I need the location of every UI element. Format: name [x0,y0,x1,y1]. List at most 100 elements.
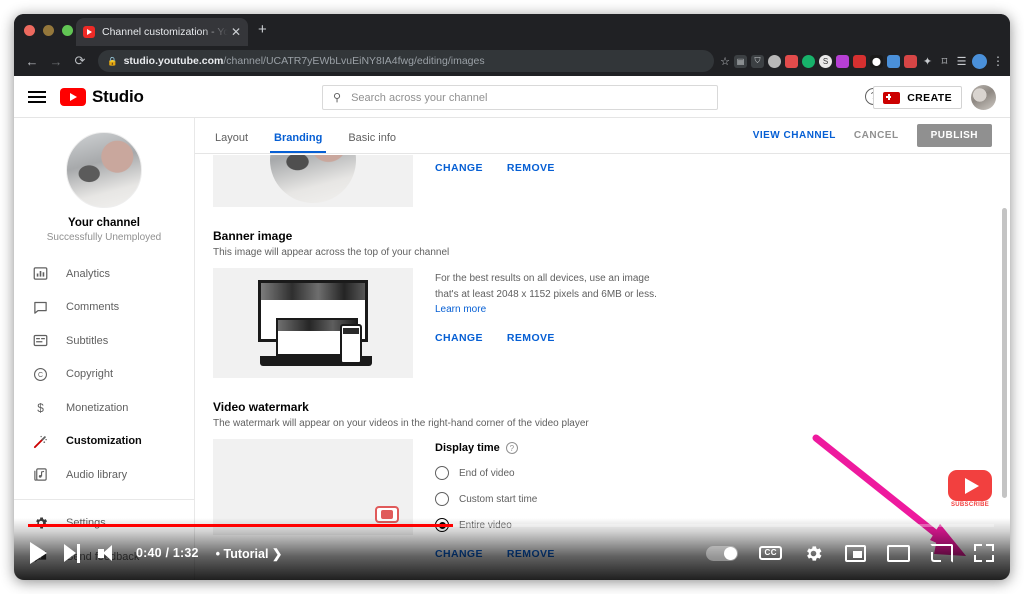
red-cup-icon[interactable] [785,54,798,68]
notification-icon[interactable] [904,54,917,68]
shield-icon[interactable]: ⛉ [751,54,764,68]
browser-menu-icon[interactable]: ⋮ [992,54,1004,68]
browser-window: Channel customization - YouTu ✕ + ← → ⟳ … [14,14,1010,580]
tab-layout[interactable]: Layout [215,132,248,153]
sidebar-item-analytics[interactable]: Analytics [14,257,194,291]
channel-handle: Successfully Unemployed [46,232,162,243]
green-circle-icon[interactable] [802,54,815,68]
sidebar-item-label: Subtitles [66,334,109,347]
lock-extension-icon[interactable]: ⬤ [870,54,883,68]
svg-text:$: $ [37,401,44,415]
reading-list-icon[interactable]: ☰ [955,55,968,68]
settings-scroll-area[interactable]: CHANGE REMOVE Banner image This image wi… [195,155,1010,580]
bookmark-star-icon[interactable]: ☆ [720,55,730,68]
subtitles-icon [32,332,49,349]
subscribe-label: SUBSCRIBE [950,502,990,508]
profile-avatar-icon[interactable] [972,53,987,69]
profile-picture-preview [213,155,413,207]
banner-image-preview [213,268,413,378]
maximize-window-button[interactable] [62,25,73,36]
banner-learn-more-link[interactable]: Learn more [435,304,486,315]
studio-logo[interactable]: Studio [60,87,144,107]
banner-hint-text: For the best results on all devices, use… [435,271,670,318]
profile-picture-section: CHANGE REMOVE [195,155,1010,207]
help-icon[interactable]: ? [505,442,518,454]
radio-button[interactable] [435,466,449,480]
page-viewport: Studio ⚲ Search across your channel ? CR… [14,76,1010,580]
create-button-label: CREATE [907,91,952,104]
forward-button[interactable]: → [44,49,68,73]
sidebar-item-subtitles[interactable]: Subtitles [14,324,194,358]
video-camera-icon [883,91,901,104]
sidebar-item-monetization[interactable]: $ Monetization [14,391,194,425]
profile-change-link[interactable]: CHANGE [435,162,483,174]
sidebar-item-audio-library[interactable]: Audio library [14,458,194,492]
radio-entire-video[interactable]: Entire video [435,518,992,532]
magic-wand-icon[interactable] [836,54,849,68]
close-window-button[interactable] [24,25,35,36]
browser-tab-strip: Channel customization - YouTu ✕ + [14,14,1010,46]
sidebar-item-label: Copyright [66,368,114,381]
s-badge-icon[interactable]: S [819,54,832,68]
radio-label: Entire video [459,519,512,531]
sidebar-item-send-feedback[interactable]: Send feedback [14,540,194,574]
browser-tab-title: Channel customization - YouTu [102,26,228,38]
red-blob-icon[interactable] [853,54,866,68]
avatar[interactable] [971,85,996,110]
page-scrollbar[interactable] [1002,208,1007,498]
cast-icon[interactable]: ⌑ [938,55,951,68]
radio-button[interactable] [435,518,449,532]
watermark-change-link[interactable]: CHANGE [435,548,483,560]
sidebar-item-customization[interactable]: Customization [14,425,194,459]
video-watermark-section: Video watermark The watermark will appea… [195,400,1010,560]
publish-button[interactable]: PUBLISH [916,124,992,147]
radio-end-of-video[interactable]: End of video [435,466,992,480]
radio-button[interactable] [435,492,449,506]
extension-toolbar: ▤ ⛉ S ⬤ ✦ ⌑ ☰ [734,53,989,69]
display-time-column: Display time ? End of video Custom start… [435,439,992,560]
address-bar[interactable]: 🔒 studio.youtube.com/channel/UCATR7yEWbL… [98,50,715,72]
puzzle-piece-icon[interactable]: ✦ [921,55,934,68]
tab-branding[interactable]: Branding [270,132,327,153]
pen-icon[interactable] [887,54,900,68]
content-header: Layout Branding Basic info VIEW CHANNEL … [195,118,1010,154]
banner-change-link[interactable]: CHANGE [435,332,483,344]
channel-name: Your channel [68,217,140,229]
channel-card[interactable]: Your channel Successfully Unemployed [14,118,194,251]
cancel-button[interactable]: CANCEL [854,130,899,141]
sidebar-item-label: Customization [66,435,142,448]
profile-remove-link[interactable]: REMOVE [507,162,555,174]
view-channel-button[interactable]: VIEW CHANNEL [753,130,836,141]
close-tab-icon[interactable]: ✕ [231,26,241,38]
grey-sphere-icon[interactable] [768,54,781,68]
device-mockup-illustration [248,280,378,366]
split-screen-icon[interactable]: ▤ [734,54,747,68]
gear-icon [32,515,49,532]
minimize-window-button[interactable] [43,25,54,36]
dollar-sign-icon: $ [32,399,49,416]
reload-button[interactable]: ⟳ [68,49,92,73]
sidebar-item-label: Comments [66,301,120,314]
watermark-remove-link[interactable]: REMOVE [507,548,555,560]
tab-basic-info[interactable]: Basic info [348,132,396,153]
search-placeholder: Search across your channel [351,91,488,104]
back-button[interactable]: ← [20,49,44,73]
new-tab-button[interactable]: + [258,22,267,37]
search-input[interactable]: ⚲ Search across your channel [322,85,718,110]
sidebar-item-comments[interactable]: Comments [14,291,194,325]
sidebar-item-label: Send feedback [66,550,140,563]
browser-tab[interactable]: Channel customization - YouTu ✕ [76,18,248,46]
banner-remove-link[interactable]: REMOVE [507,332,555,344]
subscribe-watermark-overlay[interactable]: SUBSCRIBE [948,470,992,508]
url-domain: studio.youtube.com [123,55,224,67]
sidebar-item-copyright[interactable]: C Copyright [14,358,194,392]
sidebar-item-settings[interactable]: Settings [14,507,194,541]
watermark-section-title: Video watermark [213,400,309,414]
sidebar-item-label: Analytics [66,267,111,280]
banner-image-section: Banner image This image will appear acro… [195,229,1010,378]
create-button[interactable]: CREATE [873,86,962,109]
channel-avatar [66,132,142,208]
audio-library-icon [32,466,49,483]
hamburger-menu-icon[interactable] [28,90,46,103]
radio-custom-start-time[interactable]: Custom start time [435,492,992,506]
